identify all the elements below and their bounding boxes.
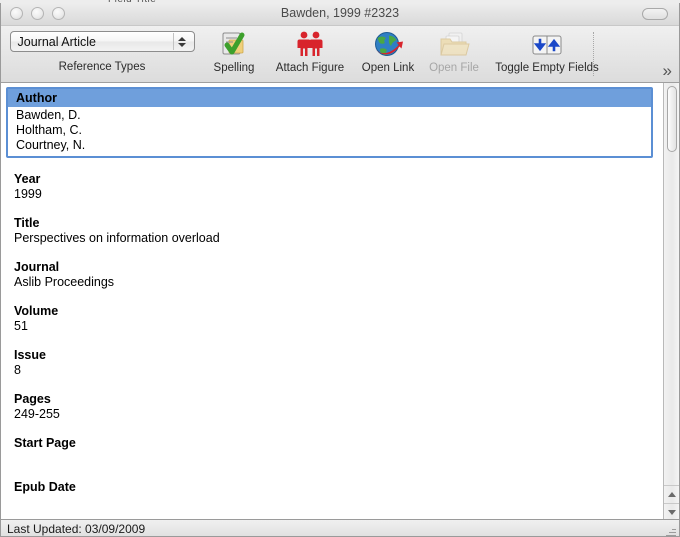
window-titlebar[interactable]: Bawden, 1999 #2323 [1,3,679,26]
field-journal-value[interactable]: Aslib Proceedings [14,275,658,290]
attach-figure-label: Attach Figure [275,62,345,74]
field-start-page[interactable]: Start Page [1,436,658,466]
field-year[interactable]: Year 1999 [1,172,658,202]
open-file-label: Open File [429,62,479,74]
author-name: Holtham, C. [16,123,82,137]
toolbar: Journal Article Reference Types Spelling… [1,26,679,83]
field-volume[interactable]: Volume 51 [1,304,658,334]
status-bar: Last Updated: 03/09/2009 [1,519,679,536]
last-updated-text: Last Updated: 03/09/2009 [7,522,146,536]
toggle-empty-fields-button[interactable]: Toggle Empty Fields [487,26,607,74]
field-author[interactable]: Author Bawden, D. Holtham, C. Courtney, … [6,87,653,158]
field-title[interactable]: Title Perspectives on information overlo… [1,216,658,246]
toolbar-toggle-button[interactable] [642,8,668,20]
field-volume-value[interactable]: 51 [14,319,658,334]
reference-types-caption: Reference Types [58,61,146,73]
reference-types-value: Journal Article [17,35,97,49]
scrollbar-track[interactable] [664,83,679,485]
field-year-label: Year [14,172,41,186]
field-pages-label: Pages [14,392,51,406]
reference-fields-pane: Author Bawden, D. Holtham, C. Courtney, … [1,83,679,519]
resize-grip[interactable] [664,525,677,536]
vertical-scrollbar[interactable] [663,83,679,519]
toggle-empty-fields-arrows-icon [524,29,570,61]
open-link-label: Open Link [361,62,415,74]
field-issue-label: Issue [14,348,46,362]
open-link-button[interactable]: Open Link [355,26,421,74]
field-issue-value[interactable]: 8 [14,363,658,378]
chevron-updown-icon [172,33,191,50]
scrollbar-thumb[interactable] [667,86,677,152]
field-journal-label: Journal [14,260,60,274]
toolbar-separator [593,32,594,76]
spelling-label: Spelling [213,62,255,74]
attach-figure-people-icon [293,29,327,61]
attach-figure-button[interactable]: Attach Figure [265,26,355,74]
author-name: Bawden, D. [16,108,81,122]
spelling-check-icon [219,29,249,61]
field-epub-date-value[interactable] [14,495,658,510]
field-volume-label: Volume [14,304,59,318]
scroll-up-button[interactable] [664,485,679,503]
reference-editor-window: Bawden, 1999 #2323 Journal Article Refer… [0,3,680,537]
field-journal[interactable]: Journal Aslib Proceedings [1,260,658,290]
field-author-value[interactable]: Bawden, D. Holtham, C. Courtney, N. [8,107,651,156]
field-year-value[interactable]: 1999 [14,187,658,202]
field-title-value[interactable]: Perspectives on information overload [14,231,658,246]
fields-list: Author Bawden, D. Holtham, C. Courtney, … [1,83,658,519]
field-epub-date[interactable]: Epub Date [1,480,658,510]
open-link-globe-icon [372,29,404,61]
open-file-folder-icon [438,29,470,61]
toolbar-overflow-icon[interactable]: » [663,62,672,79]
author-name: Courtney, N. [16,138,86,152]
field-start-page-label: Start Page [14,436,76,450]
field-pages-value[interactable]: 249-255 [14,407,658,422]
field-epub-date-label: Epub Date [14,480,76,494]
open-file-button[interactable]: Open File [421,26,487,74]
spelling-button[interactable]: Spelling [203,26,265,74]
toolbar-items: Journal Article Reference Types Spelling… [1,26,607,82]
scrollbar-buttons [664,485,679,519]
field-author-label: Author [8,89,651,107]
field-issue[interactable]: Issue 8 [1,348,658,378]
toggle-empty-fields-label: Toggle Empty Fields [495,62,599,74]
field-pages[interactable]: Pages 249-255 [1,392,658,422]
reference-types-popup[interactable]: Journal Article [9,31,195,52]
scroll-down-button[interactable] [664,503,679,519]
field-start-page-value[interactable] [14,451,658,466]
field-title-label: Title [14,216,40,230]
reference-types-group: Journal Article Reference Types [1,26,203,73]
window-title: Bawden, 1999 #2323 [280,6,400,20]
